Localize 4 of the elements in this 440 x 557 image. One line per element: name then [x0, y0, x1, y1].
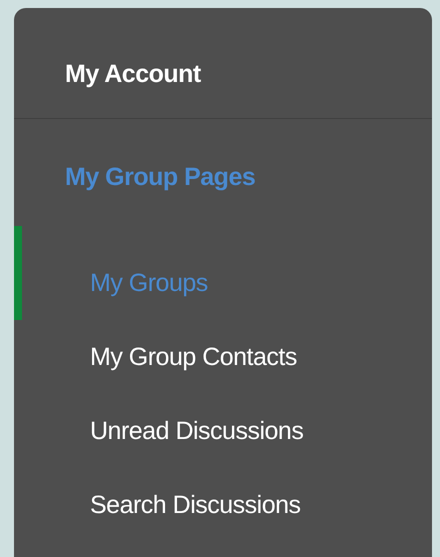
- menu-item[interactable]: My Group Contacts: [14, 320, 432, 394]
- account-link[interactable]: My Account: [65, 58, 201, 90]
- menu-item[interactable]: Search Discussions: [14, 468, 432, 542]
- menu-item[interactable]: Unread Discussions: [14, 394, 432, 468]
